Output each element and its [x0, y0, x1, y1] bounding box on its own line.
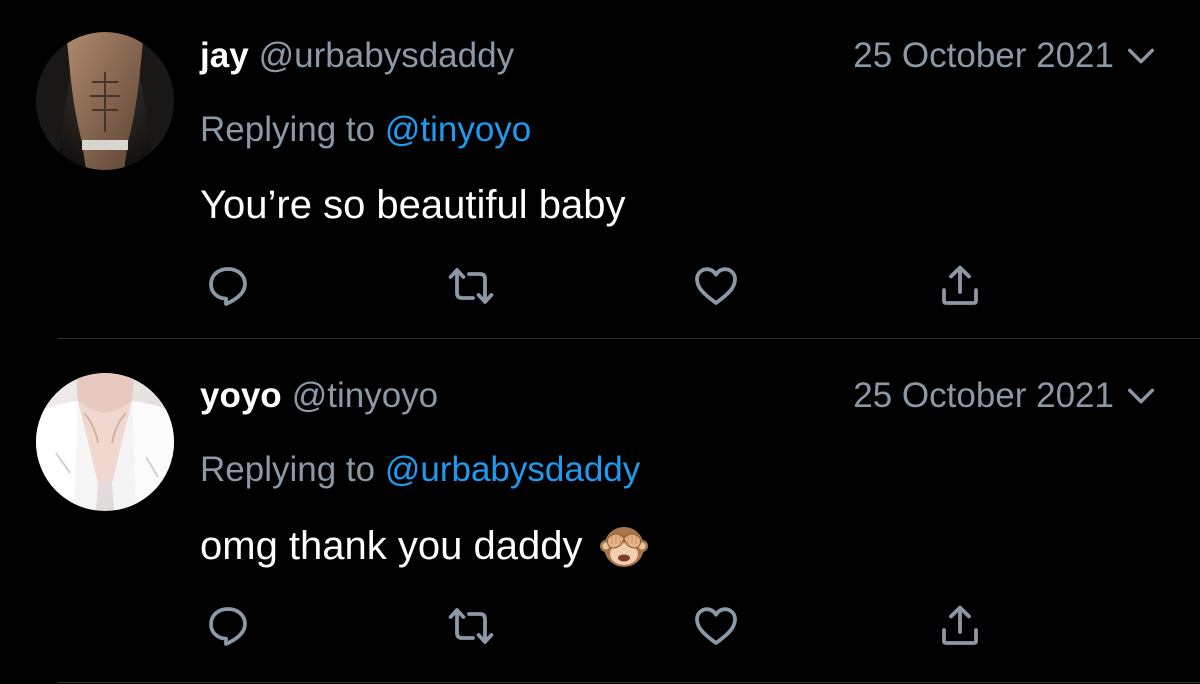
chevron-down-icon[interactable]	[1124, 39, 1158, 73]
tweet-actions	[0, 258, 1200, 314]
reply-icon	[209, 607, 247, 646]
reply-button[interactable]	[200, 598, 256, 654]
tweet[interactable]: yoyo @tinyoyo 25 October 2021 Replying to…	[0, 340, 1200, 683]
display-name[interactable]: yoyo	[200, 376, 282, 415]
tweet-header: jay @urbabysdaddy	[200, 34, 514, 78]
reply-button[interactable]	[200, 258, 256, 314]
retweet-icon	[448, 268, 494, 304]
tweet-header: yoyo @tinyoyo	[200, 374, 438, 418]
reply-icon	[209, 267, 247, 306]
tweet[interactable]: jay @urbabysdaddy 25 October 2021 Replyin…	[0, 0, 1200, 340]
replying-to-mention[interactable]: @tinyoyo	[385, 110, 531, 149]
replying-to: Replying to @tinyoyo	[200, 108, 531, 152]
tweet-date[interactable]: 25 October 2021	[853, 374, 1114, 418]
divider	[58, 338, 1200, 339]
handle[interactable]: @tinyoyo	[292, 376, 438, 415]
replying-to-mention[interactable]: @urbabysdaddy	[385, 450, 640, 489]
share-icon	[942, 605, 978, 645]
replying-to: Replying to @urbabysdaddy	[200, 448, 640, 492]
tweet-date-area: 25 October 2021	[853, 374, 1158, 418]
retweet-button[interactable]	[443, 598, 499, 654]
avatar[interactable]	[36, 32, 174, 170]
like-button[interactable]	[688, 258, 744, 314]
tweet-date-area: 25 October 2021	[853, 34, 1158, 78]
chevron-down-icon[interactable]	[1124, 379, 1158, 413]
avatar[interactable]	[36, 373, 174, 511]
display-name[interactable]: jay	[200, 36, 249, 75]
tweet-text-content: omg thank you daddy	[200, 524, 583, 568]
retweet-icon	[448, 608, 494, 644]
tweet-actions	[0, 598, 1200, 654]
avatar-image	[36, 373, 174, 511]
tweet-text: You’re so beautiful baby	[200, 180, 626, 230]
share-icon	[942, 265, 978, 305]
divider	[58, 682, 1200, 683]
replying-to-label: Replying to	[200, 110, 376, 149]
replying-to-label: Replying to	[200, 450, 376, 489]
avatar-image	[36, 32, 174, 170]
heart-icon	[695, 267, 737, 305]
share-button[interactable]	[932, 598, 988, 654]
like-button[interactable]	[688, 598, 744, 654]
tweet-text-content: You’re so beautiful baby	[200, 183, 626, 227]
handle[interactable]: @urbabysdaddy	[259, 36, 514, 75]
heart-icon	[695, 607, 737, 645]
share-button[interactable]	[932, 258, 988, 314]
tweet-text: omg thank you daddy	[200, 520, 650, 572]
tweet-date[interactable]: 25 October 2021	[853, 34, 1114, 78]
retweet-button[interactable]	[443, 258, 499, 314]
see-no-evil-monkey-icon	[598, 520, 650, 572]
